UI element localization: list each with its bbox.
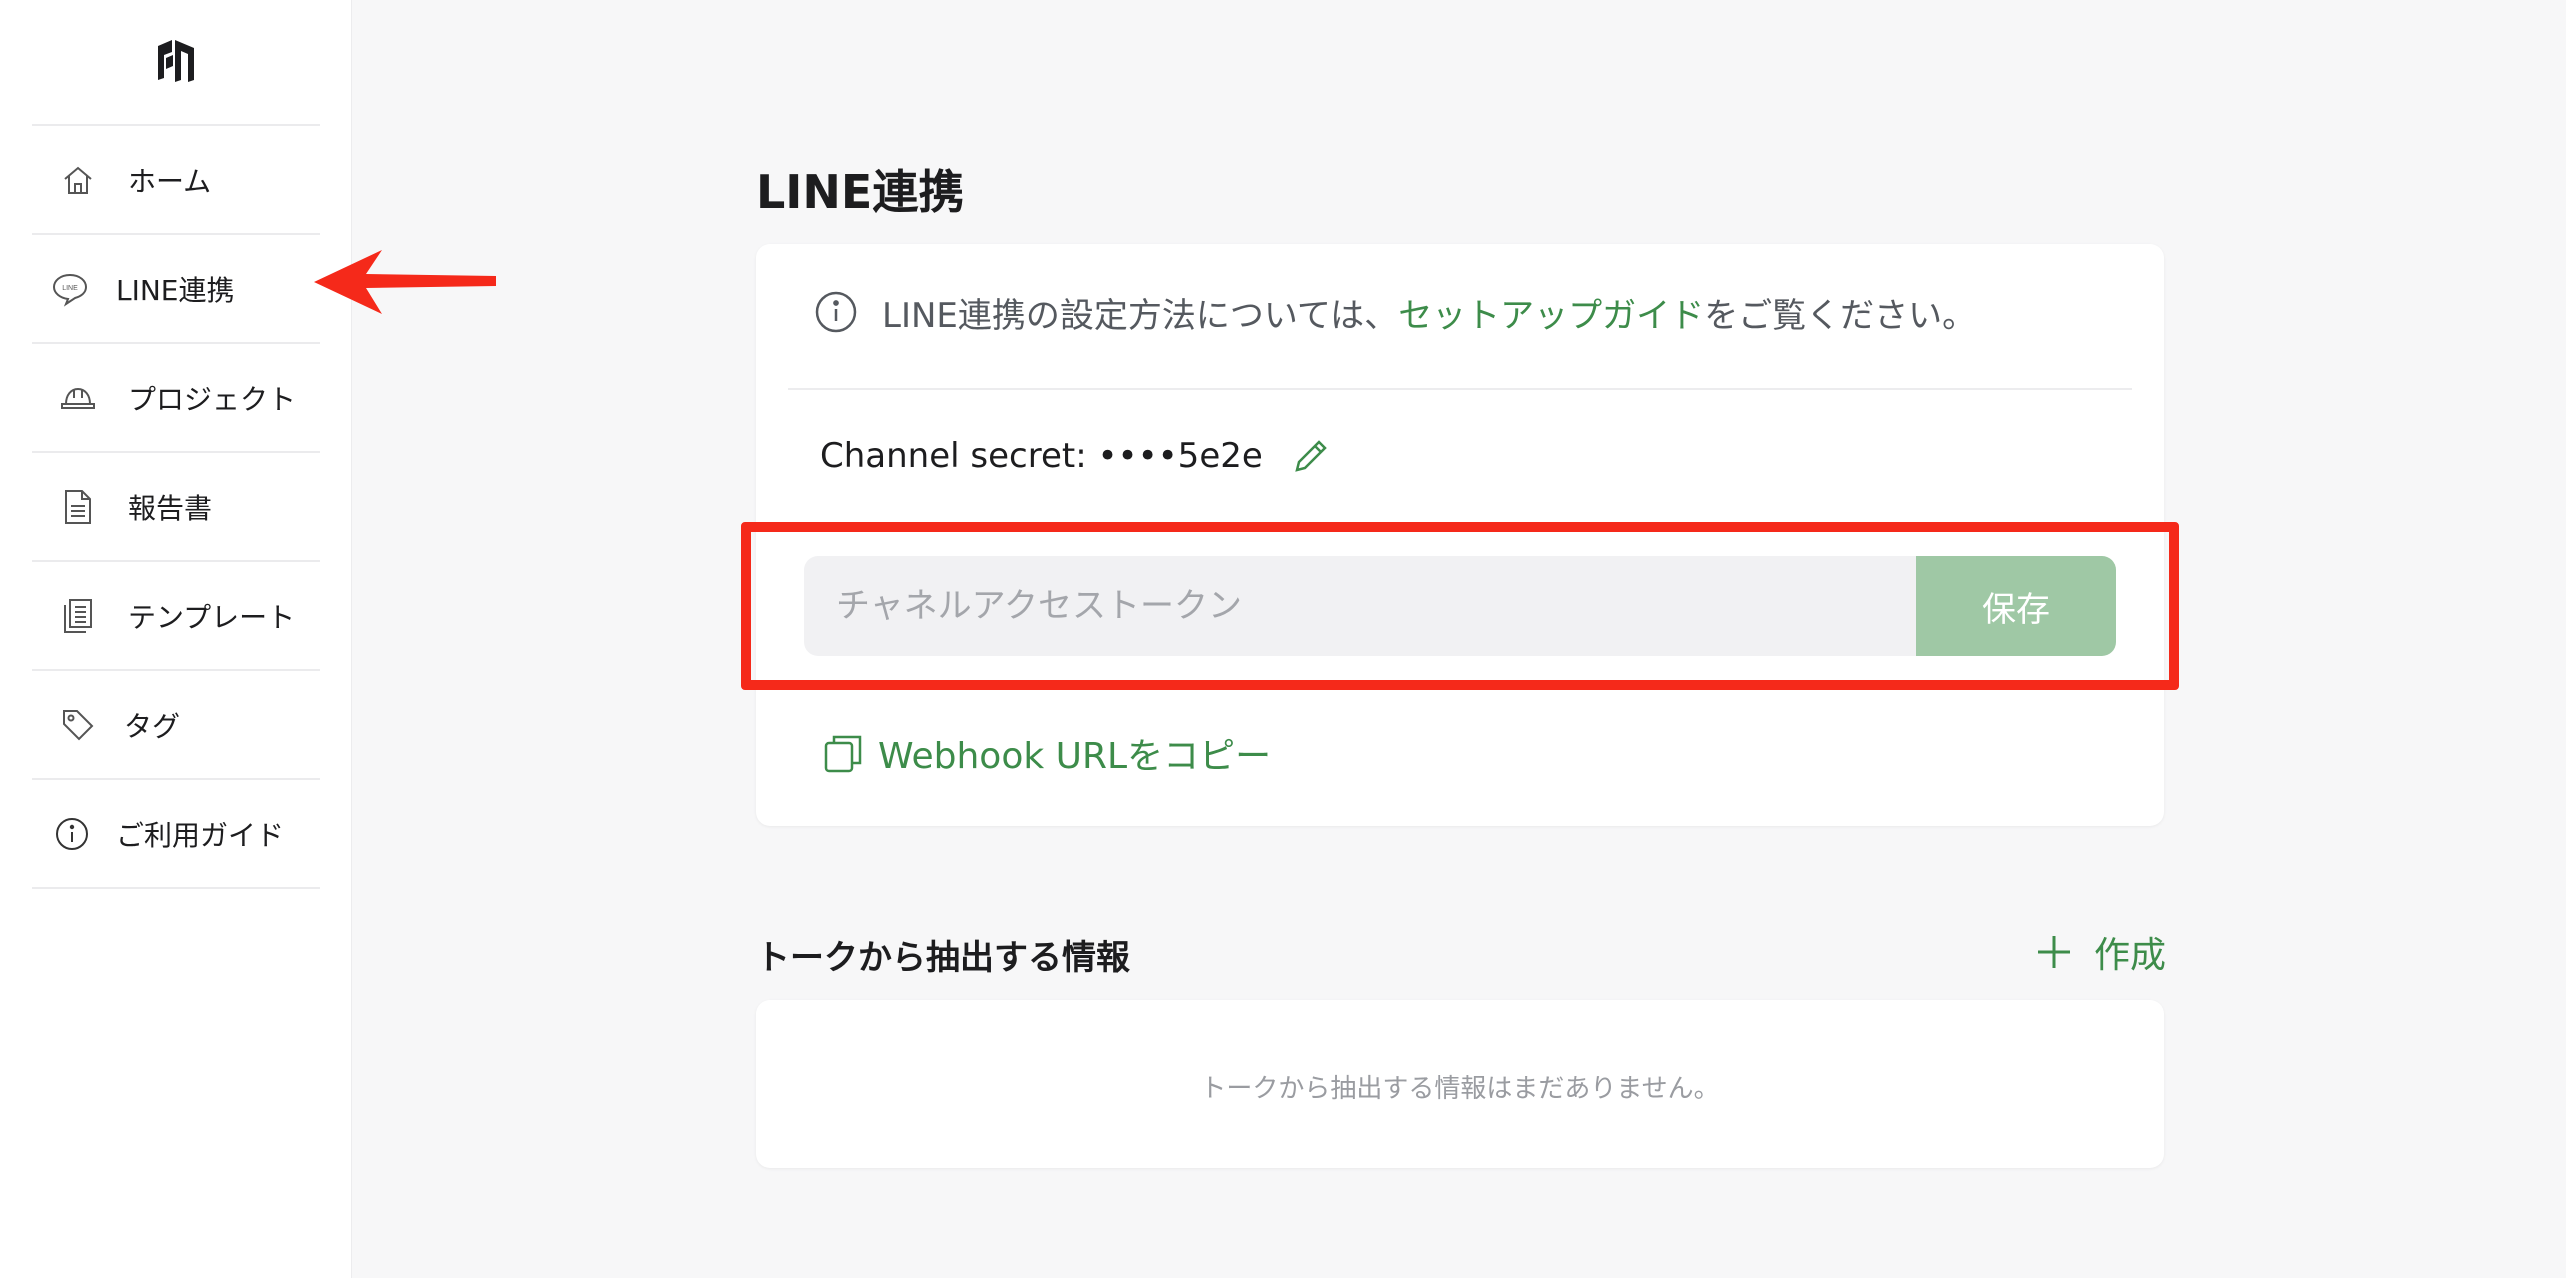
create-button[interactable]: 作成 [2034,926,2166,978]
sidebar-item-label: ホーム [128,164,212,198]
sidebar-item-projects[interactable]: プロジェクト [32,344,320,451]
sidebar-item-tags[interactable]: タグ [32,671,320,778]
home-icon [58,160,98,200]
sidebar: ホーム LINE LINE連携 プロジェクト 報告書 テンプレート タグ ご利用… [0,0,352,1278]
page-title: LINE連携 [756,165,965,219]
sidebar-item-label: テンプレート [128,600,296,634]
annotation-arrow [314,250,496,314]
sidebar-item-label: LINE連携 [116,273,235,307]
channel-secret-row: Channel secret: ••••5e2e [820,434,1333,478]
document-icon [58,487,98,527]
create-label: 作成 [2094,935,2167,976]
sidebar-item-label: タグ [124,709,181,743]
sidebar-nav: ホーム LINE LINE連携 プロジェクト 報告書 テンプレート タグ ご利用… [32,124,320,889]
sidebar-item-line[interactable]: LINE LINE連携 [32,235,320,342]
sidebar-item-home[interactable]: ホーム [32,126,320,233]
sidebar-item-label: プロジェクト [128,382,297,416]
sidebar-item-reports[interactable]: 報告書 [32,453,320,560]
pencil-edit-icon[interactable] [1289,434,1333,478]
channel-access-token-input[interactable] [804,556,1924,656]
empty-state-text: トークから抽出する情報はまだありません。 [1200,1074,1720,1104]
extract-section-title: トークから抽出する情報 [756,938,1130,978]
plus-icon [2038,936,2070,968]
line-chat-icon: LINE [50,269,90,309]
sidebar-item-templates[interactable]: テンプレート [32,562,320,669]
svg-text:LINE: LINE [62,285,78,292]
sidebar-item-label: 報告書 [128,491,213,525]
extract-empty-card: トークから抽出する情報はまだありません。 [756,1000,2164,1168]
setup-guide-link[interactable]: セットアップガイド [1398,288,1704,337]
line-settings-card: LINE連携の設定方法については、 セットアップガイド をご覧ください。 Cha… [756,244,2164,826]
setup-info-row: LINE連携の設定方法については、 セットアップガイド をご覧ください。 [814,288,1977,337]
info-text-prefix: LINE連携の設定方法については、 [882,295,1399,336]
logo-icon[interactable] [150,36,202,88]
copy-icon [824,735,862,773]
copy-webhook-label: Webhook URLをコピー [878,736,1272,777]
info-text-suffix: をご覧ください。 [1704,295,1977,336]
app-root: ホーム LINE LINE連携 プロジェクト 報告書 テンプレート タグ ご利用… [0,0,2566,1278]
info-icon [52,814,92,854]
sidebar-item-label: ご利用ガイド [116,818,285,852]
hard-hat-icon [58,378,98,418]
divider [788,388,2132,390]
template-icon [58,596,98,636]
channel-secret-label: Channel secret: ••••5e2e [820,436,1263,476]
save-button[interactable]: 保存 [1916,556,2116,656]
tag-icon [58,705,98,745]
copy-webhook-url-button[interactable]: Webhook URLをコピー [822,730,1272,777]
info-icon [815,291,857,333]
sidebar-item-guide[interactable]: ご利用ガイド [32,780,320,887]
